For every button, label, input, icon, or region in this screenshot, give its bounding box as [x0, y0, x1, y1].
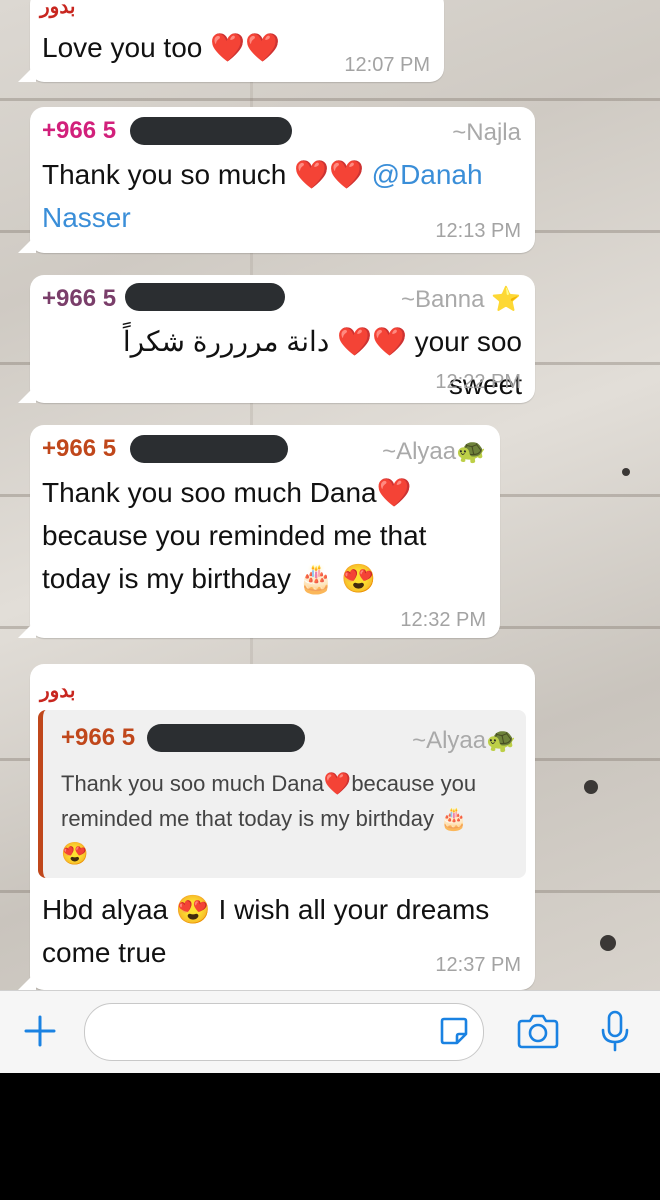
message-text: Love you too ❤️❤️: [42, 32, 280, 63]
message-input-bar: [0, 990, 660, 1073]
message-time: 12:37 PM: [435, 954, 521, 976]
camera-icon[interactable]: [516, 1011, 560, 1051]
quoted-line: Thank you soo much Dana❤️because you: [61, 771, 477, 796]
wood-knot: [600, 935, 616, 951]
message-line: today is my birthday 🎂 😍: [42, 563, 377, 594]
sender-alias: ~Banna ⭐: [401, 286, 521, 313]
message-text: Thank you soo much Dana❤️ because you re…: [42, 471, 492, 600]
message-time: 12:32 PM: [400, 609, 486, 631]
message-bubble[interactable]: +966 5 ~Alyaa🐢 Thank you soo much Dana❤️…: [18, 425, 500, 638]
mention-link[interactable]: Nasser: [42, 202, 131, 233]
message-line: Thank you soo much Dana❤️: [42, 477, 412, 508]
sender-phone: +966 5: [42, 435, 117, 462]
redacted-phone-number: [147, 724, 305, 752]
message-bubble[interactable]: بدور +966 5 ~Alyaa🐢 Thank you soo much D…: [18, 664, 535, 990]
microphone-icon[interactable]: [598, 1009, 632, 1053]
message-time: 12:22 PM: [435, 371, 521, 393]
quoted-line: 😍: [61, 841, 89, 866]
redacted-phone-number: [130, 435, 288, 463]
sender-alias: ~Alyaa🐢: [382, 438, 486, 465]
message-time: 12:07 PM: [344, 54, 430, 76]
redacted-phone-number: [125, 283, 285, 311]
quoted-sender-phone: +966 5: [61, 724, 136, 751]
message-body: Thank you so much ❤️❤️: [42, 159, 372, 190]
sender-alias: ~Najla: [452, 119, 521, 146]
message-line: Hbd alyaa 😍 I wish all your dreams: [42, 894, 490, 925]
quoted-line: reminded me that today is my birthday 🎂: [61, 806, 468, 831]
redacted-phone-number: [130, 117, 292, 145]
message-time: 12:13 PM: [435, 220, 521, 242]
message-bubble[interactable]: +966 5 ~Najla Thank you so much ❤️❤️ @Da…: [18, 107, 535, 253]
message-bubble[interactable]: بدور Love you too ❤️❤️ 12:07 PM: [18, 0, 444, 82]
sender-name: بدور: [40, 680, 76, 702]
wood-knot: [584, 780, 598, 794]
sender-phone: +966 5: [42, 117, 117, 144]
sender-phone: +966 5: [42, 285, 117, 312]
message-input[interactable]: [84, 1003, 484, 1061]
chat-background: بدور Love you too ❤️❤️ 12:07 PM +966 5 ~…: [0, 0, 660, 990]
plus-icon[interactable]: [22, 1013, 58, 1049]
sender-name: بدور: [40, 0, 76, 18]
quoted-message[interactable]: +966 5 ~Alyaa🐢 Thank you soo much Dana❤️…: [38, 710, 526, 878]
quoted-sender-alias: ~Alyaa🐢: [412, 727, 516, 754]
sticker-icon[interactable]: [437, 1014, 471, 1048]
mention-link[interactable]: @Danah: [372, 159, 483, 190]
quoted-text: Thank you soo much Dana❤️because you rem…: [61, 766, 521, 871]
message-bubble[interactable]: +966 5 ~Banna ⭐ دانة مررررة شكراً ❤️❤️ y…: [18, 275, 535, 403]
wood-knot: [622, 468, 630, 476]
message-line: because you reminded me that: [42, 520, 427, 551]
